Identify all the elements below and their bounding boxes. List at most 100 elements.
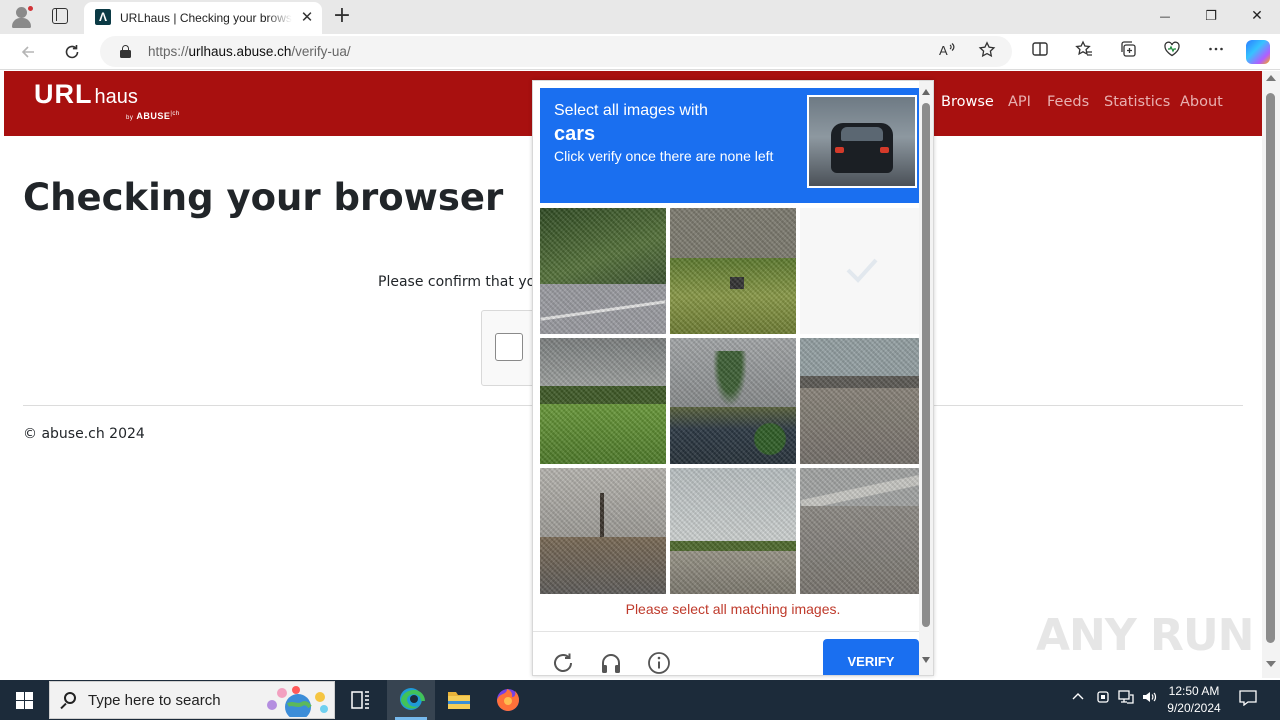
file-explorer-button[interactable] xyxy=(435,680,483,720)
nav-feeds[interactable]: Feeds xyxy=(1047,94,1089,110)
start-button[interactable] xyxy=(16,692,33,709)
show-hidden-icons-icon[interactable] xyxy=(1068,690,1088,710)
challenge-divider xyxy=(533,631,919,632)
nav-browse[interactable]: Browse xyxy=(941,94,994,110)
notifications-icon[interactable] xyxy=(1238,690,1258,710)
read-aloud-icon[interactable]: A xyxy=(936,41,958,63)
url-path: /verify-ua/ xyxy=(291,44,351,59)
verify-button[interactable]: VERIFY xyxy=(823,639,919,675)
firefox-icon xyxy=(497,689,519,711)
page-title: Checking your browser xyxy=(23,176,504,219)
refresh-icon[interactable] xyxy=(551,651,575,675)
close-window-button[interactable]: ✕ xyxy=(1234,0,1280,32)
prompt-hint: Click verify once there are none left xyxy=(554,148,774,164)
tab-actions-icon[interactable] xyxy=(52,8,68,24)
close-tab-icon[interactable]: ✕ xyxy=(298,8,316,26)
challenge-scroll-up-icon[interactable] xyxy=(922,89,930,95)
minimize-button[interactable]: — xyxy=(1142,0,1188,32)
network-icon[interactable] xyxy=(1116,690,1136,710)
urlhaus-logo[interactable]: URL haus xyxy=(34,79,138,110)
lock-icon[interactable] xyxy=(120,45,131,58)
volume-icon[interactable] xyxy=(1140,690,1160,710)
scroll-down-arrow-icon[interactable] xyxy=(1266,661,1276,667)
copilot-icon[interactable] xyxy=(1246,40,1270,64)
logo-by-text: by xyxy=(126,115,134,121)
search-highlight-icon xyxy=(267,686,328,717)
search-icon xyxy=(64,692,76,704)
windows-logo-icon xyxy=(16,692,24,700)
profile-icon[interactable] xyxy=(10,5,34,29)
url-text[interactable]: https://urlhaus.abuse.ch/verify-ua/ xyxy=(148,42,351,61)
search-placeholder: Type here to search xyxy=(88,692,221,709)
challenge-tile[interactable] xyxy=(800,338,926,464)
challenge-tile[interactable] xyxy=(800,468,926,594)
scroll-thumb[interactable] xyxy=(1266,93,1275,643)
checkmark-icon xyxy=(846,258,878,283)
security-tray-icon[interactable] xyxy=(1093,690,1113,710)
address-bar[interactable]: https://urlhaus.abuse.ch/verify-ua/ A xyxy=(100,36,1012,67)
challenge-error-message: Please select all matching images. xyxy=(625,601,841,617)
audio-challenge-icon[interactable] xyxy=(599,651,623,675)
url-domain: urlhaus.abuse.ch xyxy=(188,44,292,59)
browser-essentials-icon[interactable] xyxy=(1160,40,1184,64)
logo-haus-text: haus xyxy=(94,86,138,108)
browser-tab-active[interactable]: Λ URLhaus | Checking your browser ✕ xyxy=(84,2,322,34)
challenge-scroll-down-icon[interactable] xyxy=(922,657,930,663)
challenge-prompt: Select all images with cars Click verify… xyxy=(540,88,919,203)
new-tab-button[interactable]: + xyxy=(330,4,354,28)
logo-url-text: URL xyxy=(34,79,93,109)
task-view-button[interactable] xyxy=(336,680,384,720)
info-icon[interactable] xyxy=(647,651,671,675)
challenge-tile[interactable] xyxy=(670,338,796,464)
logo-ch-text: |ch xyxy=(170,111,180,117)
taskbar-time[interactable]: 12:50 AM xyxy=(1162,684,1226,698)
challenge-scrollbar[interactable] xyxy=(919,81,933,675)
collections-icon[interactable] xyxy=(1116,40,1140,64)
challenge-tile[interactable] xyxy=(670,208,796,334)
back-button[interactable] xyxy=(14,38,42,66)
edge-icon xyxy=(400,688,425,710)
tab-title: URLhaus | Checking your browser xyxy=(120,11,292,25)
footer-copyright: © abuse.ch 2024 xyxy=(23,426,145,442)
nav-about[interactable]: About xyxy=(1180,94,1223,110)
file-explorer-icon xyxy=(448,692,470,709)
favorite-star-icon[interactable] xyxy=(976,41,998,63)
edge-taskbar-button[interactable] xyxy=(387,680,435,720)
anyrun-watermark: ANY RUN xyxy=(1036,610,1254,661)
more-menu-icon[interactable] xyxy=(1204,40,1228,64)
captcha-challenge-panel: Select all images with cars Click verify… xyxy=(532,80,934,676)
challenge-tile[interactable] xyxy=(670,468,796,594)
browser-titlebar: Λ URLhaus | Checking your browser ✕ + — … xyxy=(0,0,1280,34)
browser-toolbar: https://urlhaus.abuse.ch/verify-ua/ A xyxy=(0,34,1280,70)
prompt-target: cars xyxy=(554,123,596,145)
firefox-button[interactable] xyxy=(484,680,532,720)
prompt-instruction: Select all images with xyxy=(554,102,708,119)
taskbar-date[interactable]: 9/20/2024 xyxy=(1162,701,1226,715)
challenge-tile[interactable] xyxy=(540,208,666,334)
restore-button[interactable]: ❐ xyxy=(1188,0,1234,32)
back-arrow-icon xyxy=(21,46,34,58)
split-screen-icon[interactable] xyxy=(1028,40,1052,64)
challenge-tile[interactable] xyxy=(540,468,666,594)
urlhaus-favicon-icon: Λ xyxy=(95,9,111,25)
taskbar-search[interactable]: Type here to search xyxy=(49,681,335,719)
abuse-ch-logo: by ABUSE|ch xyxy=(126,111,180,121)
page-scrollbar[interactable] xyxy=(1262,71,1280,678)
minimize-icon: — xyxy=(1159,10,1171,23)
nav-api[interactable]: API xyxy=(1008,94,1031,110)
notification-dot xyxy=(27,5,34,12)
windows-taskbar: Type here to search 12:50 AM 9/20/2024 xyxy=(0,680,1280,720)
nav-statistics[interactable]: Statistics xyxy=(1104,94,1170,110)
challenge-tile[interactable] xyxy=(540,338,666,464)
challenge-tile-selected[interactable] xyxy=(800,208,926,334)
scroll-up-arrow-icon[interactable] xyxy=(1266,75,1276,81)
reload-button[interactable] xyxy=(58,38,86,66)
captcha-checkbox[interactable] xyxy=(495,333,523,361)
close-icon: ✕ xyxy=(1251,8,1263,24)
restore-icon: ❐ xyxy=(1205,9,1217,24)
favorites-icon[interactable] xyxy=(1072,40,1096,64)
challenge-scroll-thumb[interactable] xyxy=(922,103,930,627)
example-image xyxy=(807,95,917,188)
svg-text:A: A xyxy=(939,43,948,58)
confirm-text: Please confirm that yo xyxy=(378,274,536,290)
